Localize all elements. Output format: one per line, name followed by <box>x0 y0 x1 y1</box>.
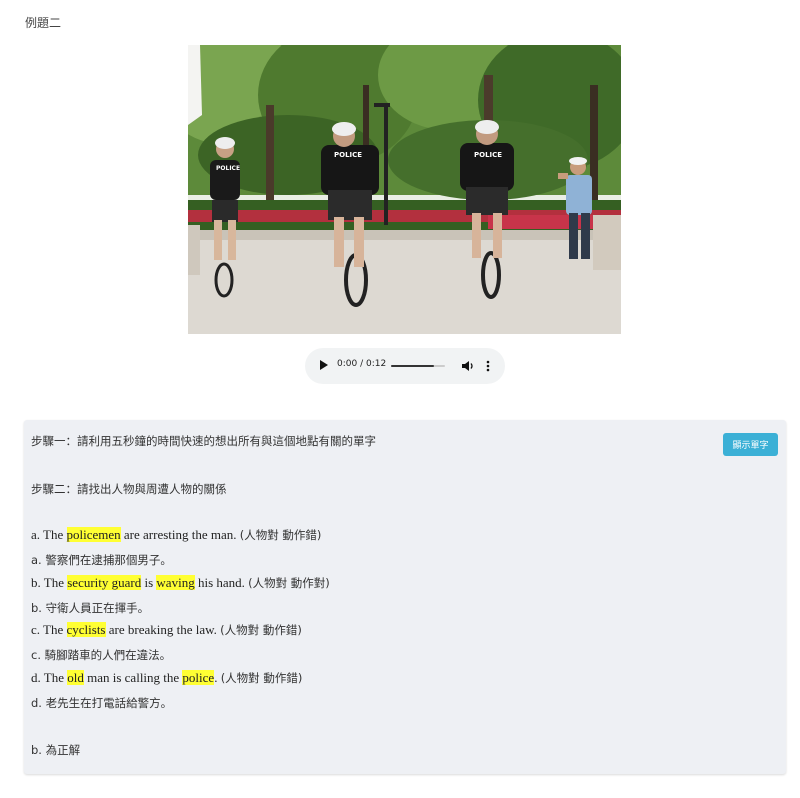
option-b-zh: b. 守衛人員正在揮手。 <box>31 601 150 615</box>
highlighted-word: cyclists <box>66 622 106 637</box>
svg-text:POLICE: POLICE <box>474 151 502 159</box>
volume-icon[interactable] <box>461 359 475 373</box>
option-d-zh: d. 老先生在打電話給警方。 <box>31 696 173 710</box>
audio-progress-slider[interactable] <box>391 365 445 367</box>
show-vocabulary-button[interactable]: 顯示單字 <box>723 433 778 456</box>
highlighted-word: police <box>182 670 215 685</box>
audio-time: 0:00 / 0:12 <box>337 359 387 369</box>
more-options-icon[interactable] <box>485 359 491 373</box>
highlighted-word: waving <box>156 575 195 590</box>
play-icon[interactable] <box>320 360 328 370</box>
step-one-text: 步驟一：請利用五秒鐘的時間快速的想出所有與這個地點有關的單字 <box>31 434 376 448</box>
audio-player[interactable]: 0:00 / 0:12 <box>305 348 505 384</box>
option-d-en: d. The old man is calling the police. (人… <box>31 670 303 685</box>
scene-photo: POLICE POLICE POLICE <box>188 45 621 334</box>
answer-text: b. 為正解 <box>31 743 81 757</box>
option-a-zh: a. 警察們在逮捕那個男子。 <box>31 553 172 567</box>
step-two-text: 步驟二：請找出人物與周遭人物的關係 <box>31 482 227 496</box>
option-b-en: b. The security guard is waving his hand… <box>31 575 330 590</box>
option-c-zh: c. 騎腳踏車的人們在違法。 <box>31 648 172 662</box>
svg-text:POLICE: POLICE <box>216 165 240 172</box>
option-a-en: a. The policemen are arresting the man. … <box>31 527 322 542</box>
highlighted-word: security guard <box>67 575 142 590</box>
highlighted-word: old <box>67 670 84 685</box>
highlighted-word: policemen <box>66 527 121 542</box>
exercise-panel: 顯示單字 步驟一：請利用五秒鐘的時間快速的想出所有與這個地點有關的單字 步驟二：… <box>24 420 786 774</box>
audio-progress-fill <box>391 365 435 367</box>
page-title: 例題二 <box>25 16 62 30</box>
option-c-en: c. The cyclists are breaking the law. (人… <box>31 622 302 637</box>
svg-text:POLICE: POLICE <box>334 151 362 159</box>
